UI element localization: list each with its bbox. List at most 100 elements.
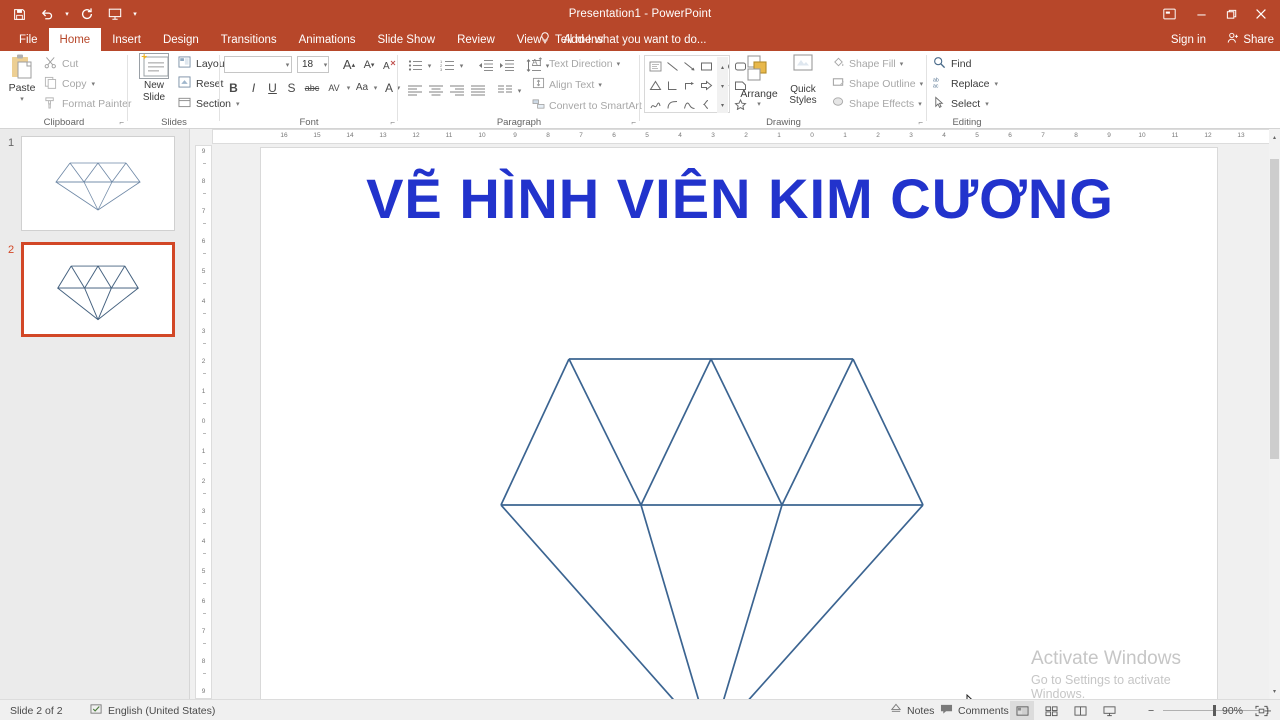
drawing-dialog-launcher[interactable]: ⌐ [918, 118, 923, 127]
increase-indent-button[interactable] [497, 57, 515, 73]
notes-button[interactable]: Notes [890, 700, 934, 720]
character-spacing-button[interactable]: AV [324, 79, 344, 96]
tab-design[interactable]: Design [152, 28, 210, 51]
elbow-connector-icon[interactable] [665, 77, 680, 93]
zoom-slider-track[interactable] [1163, 710, 1259, 711]
scribble-shape-icon[interactable] [648, 96, 663, 112]
scroll-down-icon[interactable]: ▾ [1269, 685, 1280, 697]
reset-button[interactable]: Reset [178, 76, 223, 91]
shrink-font-button[interactable]: A ▾ [360, 56, 378, 73]
align-left-button[interactable] [406, 82, 424, 98]
undo-icon[interactable] [34, 2, 60, 26]
ribbon-display-options-icon[interactable] [1152, 1, 1186, 27]
customize-qat-icon[interactable]: ▾ [130, 2, 140, 26]
close-button[interactable] [1246, 1, 1276, 27]
save-icon[interactable] [6, 2, 32, 26]
replace-dropdown-icon[interactable]: ▾ [995, 80, 999, 88]
arrange-button[interactable]: Arrange ▾ [738, 53, 780, 119]
copy-button[interactable]: Copy ▾ [44, 76, 95, 92]
text-direction-button[interactable]: A Text Direction ▾ [532, 56, 620, 71]
copy-dropdown-icon[interactable]: ▾ [92, 80, 96, 88]
slide-canvas[interactable]: VẼ HÌNH VIÊN KIM CƯƠNG Activate Windows … [260, 147, 1218, 720]
change-case-dropdown-icon[interactable]: ▾ [371, 79, 380, 96]
align-text-button[interactable]: Align Text ▾ [532, 77, 602, 92]
numbering-button[interactable]: 123 [438, 57, 456, 73]
shapes-gallery[interactable]: ▴ ▾ ▾ [644, 55, 747, 113]
character-spacing-dropdown-icon[interactable]: ▾ [344, 79, 353, 96]
font-size-dropdown-icon[interactable]: ▾ [321, 56, 330, 73]
tab-review[interactable]: Review [446, 28, 506, 51]
shape-fill-button[interactable]: Shape Fill ▾ [832, 56, 903, 71]
replace-button[interactable]: ab ac Replace ▾ [933, 76, 998, 92]
arc-shape-icon[interactable] [682, 96, 697, 112]
paste-button[interactable]: Paste ▾ [4, 53, 40, 115]
curve-shape-icon[interactable] [665, 96, 680, 112]
elbow-arrow-connector-icon[interactable] [682, 77, 697, 93]
font-name-dropdown-icon[interactable]: ▾ [283, 56, 292, 73]
grow-font-button[interactable]: A ▴ [340, 56, 358, 73]
arrow-shape-icon[interactable] [682, 58, 697, 74]
change-case-button[interactable]: Aa [353, 79, 371, 96]
tell-me-search[interactable]: Tell me what you want to do... [540, 28, 707, 51]
scrollbar-thumb[interactable] [1270, 159, 1279, 459]
zoom-slider-handle[interactable] [1213, 705, 1216, 716]
select-dropdown-icon[interactable]: ▾ [985, 100, 989, 108]
justify-button[interactable] [469, 82, 487, 98]
bullets-dropdown-icon[interactable]: ▾ [425, 57, 434, 74]
shape-effects-button[interactable]: Shape Effects ▾ [832, 96, 922, 111]
format-painter-button[interactable]: Format Painter [44, 96, 131, 112]
paste-dropdown-icon[interactable]: ▾ [20, 95, 24, 103]
comments-button[interactable]: Comments [940, 700, 1009, 720]
tab-insert[interactable]: Insert [101, 28, 152, 51]
shape-fill-dropdown-icon[interactable]: ▾ [900, 60, 904, 68]
right-arrow-shape-icon[interactable] [699, 77, 714, 93]
columns-button[interactable] [496, 82, 514, 98]
align-right-button[interactable] [448, 82, 466, 98]
font-dialog-launcher[interactable]: ⌐ [390, 118, 395, 127]
scroll-up-icon[interactable]: ▴ [1269, 131, 1280, 143]
arrange-dropdown-icon[interactable]: ▾ [757, 100, 761, 108]
slide-thumbnail-pane[interactable]: 1 2 [0, 129, 190, 699]
shape-outline-button[interactable]: Shape Outline ▾ [832, 76, 923, 91]
tab-file[interactable]: File [8, 28, 49, 51]
canvas-vertical-scrollbar[interactable]: ▴ ▾ [1269, 129, 1280, 699]
convert-to-smartart-button[interactable]: Convert to SmartArt ▾ [532, 98, 649, 113]
text-box-shape-icon[interactable] [648, 58, 663, 74]
zoom-level-label[interactable]: 90% [1222, 700, 1243, 720]
slide-show-view-button[interactable] [1097, 701, 1121, 720]
line-shape-icon[interactable] [665, 58, 680, 74]
text-shadow-button[interactable]: S [284, 79, 299, 96]
gallery-scroll-up-icon[interactable]: ▴ [717, 58, 728, 76]
tab-slide-show[interactable]: Slide Show [367, 28, 447, 51]
minimize-button[interactable] [1186, 1, 1216, 27]
columns-dropdown-icon[interactable]: ▾ [515, 82, 524, 99]
italic-button[interactable]: I [246, 79, 261, 96]
reading-view-button[interactable] [1068, 701, 1092, 720]
align-text-dropdown-icon[interactable]: ▾ [598, 81, 602, 89]
numbering-dropdown-icon[interactable]: ▾ [457, 57, 466, 74]
strikethrough-button[interactable]: abc [302, 79, 322, 96]
share-button[interactable]: Share [1227, 28, 1274, 51]
bold-button[interactable]: B [226, 79, 241, 96]
cut-button[interactable]: Cut [44, 56, 78, 72]
bullets-button[interactable] [406, 57, 424, 73]
clear-formatting-button[interactable]: A [382, 56, 398, 73]
gallery-scroll-down-icon[interactable]: ▾ [717, 77, 728, 95]
tab-animations[interactable]: Animations [288, 28, 367, 51]
select-button[interactable]: Select ▾ [933, 96, 989, 112]
slide-thumbnail-2[interactable] [21, 242, 175, 337]
redo-icon[interactable] [74, 2, 100, 26]
clipboard-dialog-launcher[interactable]: ⌐ [119, 118, 124, 127]
zoom-out-button[interactable]: − [1148, 700, 1154, 720]
slide-counter[interactable]: Slide 2 of 2 [10, 700, 63, 720]
tab-home[interactable]: Home [48, 28, 102, 51]
rectangle-shape-icon[interactable] [699, 58, 714, 74]
find-button[interactable]: Find [933, 56, 971, 72]
start-slideshow-icon[interactable] [102, 2, 128, 26]
underline-button[interactable]: U [265, 79, 280, 96]
language-indicator[interactable]: English (United States) [90, 700, 215, 720]
restore-button[interactable] [1216, 1, 1246, 27]
left-brace-shape-icon[interactable] [699, 96, 714, 112]
new-slide-button[interactable]: New Slide [132, 53, 176, 119]
triangle-shape-icon[interactable] [648, 77, 663, 93]
